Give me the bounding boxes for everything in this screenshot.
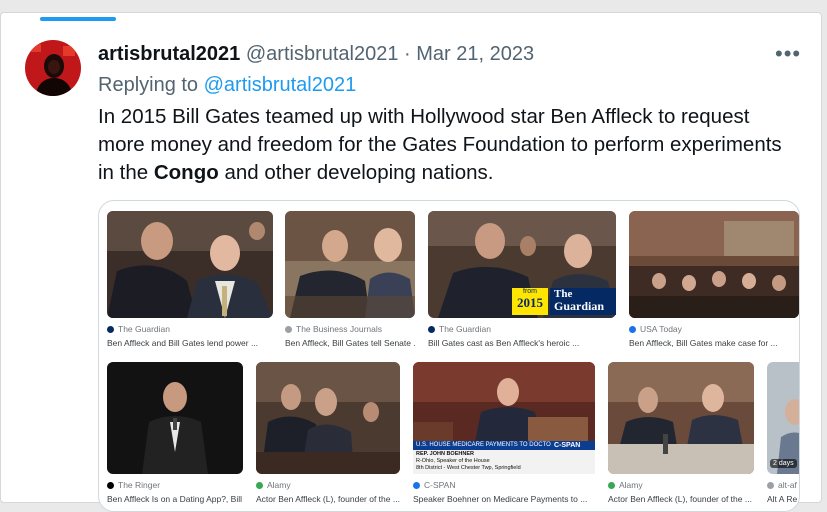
guardian-logo-icon [107,325,114,333]
result-source: Alamy [608,480,643,490]
tweet-header: artisbrutal2021 @artisbrutal2021 · Mar 2… [98,43,534,66]
guardian-logo-icon [428,325,435,333]
cspan-lower-third: REP. JOHN BOEHNER R-Ohio, Speaker of the… [413,450,595,474]
result-source: USA Today [629,324,682,334]
tweet-text: In 2015 Bill Gates teamed up with Hollyw… [98,103,798,187]
tweet-card: artisbrutal2021 @artisbrutal2021 · Mar 2… [0,12,822,512]
result-source: alt-af [767,480,797,490]
result-source: The Guardian [428,324,491,334]
result-source: Alamy [256,480,291,490]
cspan-logo: C-SPAN [551,441,584,450]
avatar[interactable] [25,40,81,96]
result-caption[interactable]: Ben Affleck, Bill Gates tell Senate ... [285,338,415,348]
tweet-date[interactable]: Mar 21, 2023 [416,43,534,65]
image-result[interactable]: 2 days alt-af Alt A Re [767,362,799,505]
result-thumbnail[interactable] [629,211,799,318]
image-result[interactable]: The Business Journals Ben Affleck, Bill … [285,211,415,351]
result-caption[interactable]: Ben Affleck and Bill Gates lend power ..… [107,338,273,348]
more-options-icon[interactable]: ••• [775,41,801,67]
result-thumbnail[interactable] [285,211,415,318]
result-source: The Ringer [107,480,160,490]
usatoday-logo-icon [629,325,636,333]
tweet-text-bold: Congo [153,161,219,184]
thread-indicator [40,17,116,21]
tweet-text-part-2: and other developing nations. [218,161,494,184]
result-thumbnail[interactable] [256,362,400,474]
age-badge: 2 days [770,459,797,468]
replying-to-handle[interactable]: @artisbrutal2021 [204,74,357,96]
attached-image[interactable]: The Guardian Ben Affleck and Bill Gates … [98,200,800,512]
year-overlay: from 2015 [512,288,548,315]
result-source: C-SPAN [413,480,456,490]
guardian-logo-overlay: The Guardian [550,288,616,315]
alamy-logo-icon [608,481,615,489]
result-thumbnail[interactable] [107,362,243,474]
image-result[interactable]: The Guardian Ben Affleck and Bill Gates … [107,211,273,351]
ringer-logo-icon [107,481,114,489]
result-thumbnail[interactable] [767,362,799,474]
image-result[interactable]: Alamy Actor Ben Affleck (L), founder of … [608,362,754,505]
result-source: The Business Journals [285,324,382,334]
separator: · [404,43,411,65]
alamy-logo-icon [256,481,263,489]
result-thumbnail[interactable] [608,362,754,474]
display-name[interactable]: artisbrutal2021 [98,43,240,65]
alt-logo-icon [767,481,774,489]
bizjournals-logo-icon [285,325,292,333]
user-handle[interactable]: @artisbrutal2021 [246,43,399,65]
image-result[interactable]: U.S. HOUSE MEDICARE PAYMENTS TO DOCTORS … [413,362,595,505]
replying-to-label: Replying to [98,74,199,96]
result-source: The Guardian [107,324,170,334]
image-result[interactable]: The Ringer Ben Affleck Is on a Dating Ap… [107,362,243,505]
image-result[interactable]: Alamy Actor Ben Affleck (L), founder of … [256,362,400,505]
image-result[interactable]: from 2015 The Guardian The Guardian Bill… [428,211,616,351]
result-thumbnail[interactable] [107,211,273,318]
result-caption[interactable]: Bill Gates cast as Ben Affleck's heroic … [428,338,616,348]
cspan-logo-icon [413,481,420,489]
replying-to: Replying to @artisbrutal2021 [98,74,356,97]
image-result[interactable]: USA Today Ben Affleck, Bill Gates make c… [629,211,799,351]
result-caption[interactable]: Ben Affleck, Bill Gates make case for ..… [629,338,799,348]
